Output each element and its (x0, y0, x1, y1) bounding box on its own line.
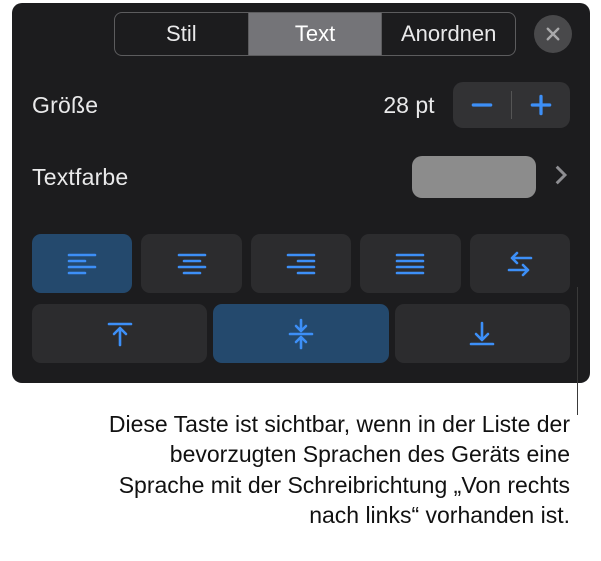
valign-middle-icon (284, 317, 318, 351)
minus-icon (469, 92, 495, 118)
valign-bottom-icon (465, 317, 499, 351)
tab-bar: Stil Text Anordnen (12, 12, 590, 56)
tab-label: Anordnen (401, 21, 496, 47)
callout-line (577, 287, 579, 415)
alignment-controls (12, 234, 590, 363)
text-color-label: Textfarbe (32, 164, 128, 191)
close-button[interactable] (534, 15, 572, 53)
format-panel: Stil Text Anordnen Größe 28 pt Textfarbe (12, 3, 590, 383)
align-center-icon (175, 247, 209, 281)
tab-label: Stil (166, 21, 197, 47)
size-stepper (453, 82, 571, 128)
size-row: Größe 28 pt (12, 82, 590, 128)
vertical-align-row (32, 304, 570, 363)
size-increase-button[interactable] (512, 82, 570, 128)
align-justify-button[interactable] (360, 234, 460, 293)
valign-middle-button[interactable] (213, 304, 388, 363)
plus-icon (528, 92, 554, 118)
align-justify-icon (393, 247, 427, 281)
tab-stil[interactable]: Stil (114, 12, 249, 56)
align-center-button[interactable] (141, 234, 241, 293)
close-icon (544, 25, 562, 43)
chevron-right-icon (550, 160, 570, 190)
align-left-icon (65, 247, 99, 281)
text-direction-button[interactable] (470, 234, 570, 293)
text-color-more-button[interactable] (550, 160, 570, 195)
size-decrease-button[interactable] (453, 82, 511, 128)
tab-anordnen[interactable]: Anordnen (382, 12, 516, 56)
tab-text[interactable]: Text (249, 12, 383, 56)
align-right-icon (284, 247, 318, 281)
tab-label: Text (295, 21, 335, 47)
align-right-button[interactable] (251, 234, 351, 293)
valign-bottom-button[interactable] (395, 304, 570, 363)
valign-top-icon (103, 317, 137, 351)
size-label: Größe (32, 92, 98, 119)
align-left-button[interactable] (32, 234, 132, 293)
size-value: 28 pt (383, 92, 434, 119)
caption-text: Diese Taste ist sichtbar, wenn in der Li… (90, 409, 570, 530)
segmented-control: Stil Text Anordnen (114, 12, 516, 56)
text-color-swatch[interactable] (412, 156, 536, 198)
text-color-row: Textfarbe (12, 156, 590, 198)
horizontal-align-row (32, 234, 570, 293)
valign-top-button[interactable] (32, 304, 207, 363)
rtl-direction-icon (503, 247, 537, 281)
